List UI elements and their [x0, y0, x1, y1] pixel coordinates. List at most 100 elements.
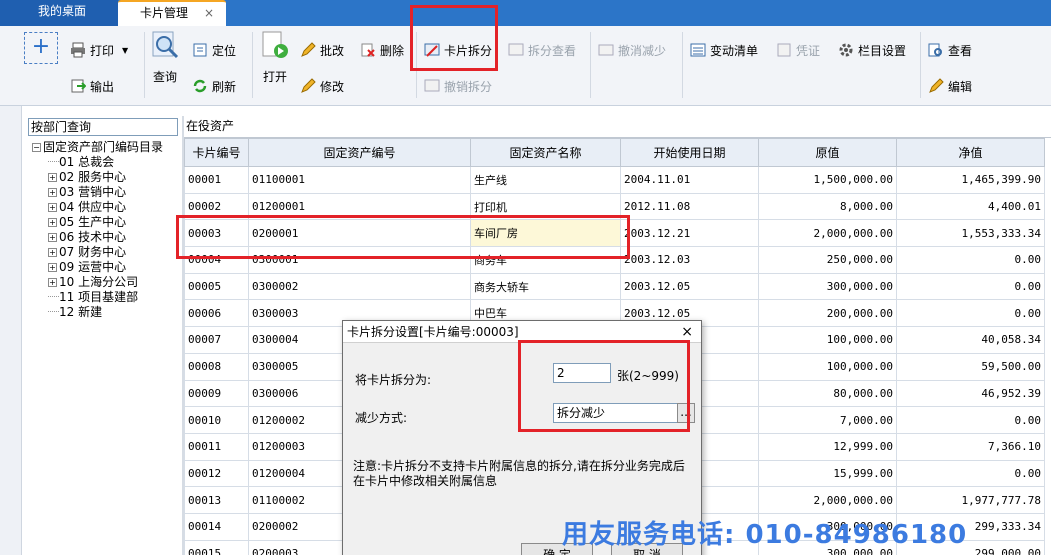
column-settings-button[interactable]: 栏目设置 — [838, 40, 906, 60]
collapse-icon[interactable]: − — [32, 143, 41, 152]
table-cell: 0200001 — [248, 219, 471, 248]
expand-icon[interactable]: + — [48, 173, 57, 182]
export-button[interactable]: 输出 — [70, 76, 114, 96]
tree-item[interactable]: +05 生产中心 — [32, 215, 163, 230]
edit-card-button[interactable]: 编辑 — [928, 76, 972, 96]
tree-item-label: 05 生产中心 — [59, 215, 127, 229]
tree-item[interactable]: +07 财务中心 — [32, 245, 163, 260]
tab-card-management-label: 卡片管理 — [140, 6, 189, 20]
table-row[interactable]: 00004 0300001 商务车 2003.12.03 250,000.00 0.00 — [184, 246, 1045, 274]
column-header[interactable]: 固定资产编号 — [248, 138, 471, 167]
tree-item[interactable]: +03 营销中心 — [32, 185, 163, 200]
table-cell: 00012 — [184, 459, 249, 488]
voucher-label: 凭证 — [796, 43, 821, 58]
split-view-button[interactable]: 拆分查看 — [508, 40, 576, 60]
expand-icon[interactable]: + — [48, 233, 57, 242]
table-cell: 商务大轿车 — [470, 272, 621, 301]
undo-reduce-button[interactable]: 撤消减少 — [598, 40, 666, 60]
tab-card-management[interactable]: 卡片管理 × — [118, 0, 226, 26]
table-cell: 00010 — [184, 406, 249, 434]
reduce-method-browse-button[interactable]: ... — [677, 403, 695, 423]
expand-icon[interactable]: + — [48, 188, 57, 197]
edit-button[interactable]: 修改 — [300, 76, 344, 96]
open-label: 打开 — [262, 70, 287, 84]
view-button[interactable]: 查看 — [928, 40, 972, 60]
column-header[interactable]: 卡片编号 — [184, 138, 249, 167]
locate-button[interactable]: 定位 — [192, 40, 236, 60]
table-row[interactable]: 00005 0300002 商务大轿车 2003.12.05 300,000.00 0.0… — [184, 272, 1045, 301]
table-cell: 0.00 — [896, 459, 1045, 488]
table-cell: 0300002 — [248, 272, 471, 301]
tab-desktop[interactable]: 我的桌面 — [0, 0, 118, 26]
edit-label: 修改 — [320, 79, 345, 94]
printer-icon — [70, 42, 86, 58]
query-mode-select[interactable]: 按部门查询 — [28, 118, 178, 136]
dialog-title-bar: 卡片拆分设置[卡片编号:00003] × — [343, 321, 701, 343]
table-row[interactable]: 00002 01200001 打印机 2012.11.08 8,000.00 4,400.… — [184, 192, 1045, 221]
export-icon — [70, 78, 87, 94]
table-cell: 80,000.00 — [758, 379, 897, 408]
print-button[interactable]: 打印 ▼ — [70, 40, 128, 60]
table-cell: 100,000.00 — [758, 352, 897, 381]
table-cell: 2003.12.03 — [620, 246, 759, 274]
voucher-button[interactable]: 凭证 — [776, 40, 820, 60]
tree-item[interactable]: 12 新建 — [32, 305, 163, 320]
expand-icon[interactable]: + — [48, 248, 57, 257]
table-cell: 0.00 — [896, 406, 1045, 434]
column-header[interactable]: 原值 — [758, 138, 897, 167]
change-list-button[interactable]: 变动清单 — [690, 40, 758, 60]
undo-split-label: 撤销拆分 — [444, 79, 493, 94]
tab-close-icon[interactable]: × — [204, 2, 214, 24]
column-settings-label: 栏目设置 — [858, 43, 907, 58]
expand-icon[interactable]: + — [48, 203, 57, 212]
refresh-button[interactable]: 刷新 — [192, 76, 236, 96]
reduce-method-input[interactable]: 拆分减少 — [553, 403, 679, 423]
tree-item[interactable]: +09 运营中心 — [32, 260, 163, 275]
table-row[interactable]: 00003 0200001 车间厂房 2003.12.21 2,000,000.00 1,… — [184, 219, 1045, 248]
table-cell: 2,000,000.00 — [758, 219, 897, 248]
delete-button[interactable]: 删除 — [360, 40, 404, 60]
expand-icon[interactable]: + — [48, 218, 57, 227]
toolbar-divider — [920, 32, 921, 98]
chevron-down-icon[interactable]: ▼ — [122, 46, 128, 55]
tree-item[interactable]: 11 项目基建部 — [32, 290, 163, 305]
tree-item[interactable]: +10 上海分公司 — [32, 275, 163, 290]
table-cell: 250,000.00 — [758, 246, 897, 274]
table-cell: 200,000.00 — [758, 299, 897, 328]
locate-icon — [192, 42, 208, 58]
print-label: 打印 — [90, 43, 115, 58]
tree-item[interactable]: − 固定资产部门编码目录 — [32, 140, 163, 155]
add-button[interactable]: + — [24, 32, 58, 64]
batch-edit-button[interactable]: 批改 — [300, 40, 344, 60]
query-button[interactable]: 查询 — [150, 30, 180, 85]
table-cell: 00004 — [184, 246, 249, 274]
expand-icon[interactable]: + — [48, 263, 57, 272]
delete-icon — [360, 42, 376, 58]
table-cell: 4,400.01 — [896, 192, 1045, 221]
department-tree: − 固定资产部门编码目录 01 总裁会 +02 服务中心 +03 营销中心 +04 供应中… — [32, 140, 163, 320]
left-edge-strip — [0, 106, 22, 555]
table-cell: 00003 — [184, 219, 249, 248]
column-header[interactable]: 净值 — [896, 138, 1045, 167]
split-count-input[interactable]: 2 — [553, 363, 611, 383]
column-header[interactable]: 开始使用日期 — [620, 138, 759, 167]
split-view-icon — [508, 42, 524, 58]
card-split-button[interactable]: 卡片拆分 — [424, 40, 492, 60]
card-split-icon — [424, 42, 440, 58]
voucher-icon — [776, 42, 792, 58]
table-row[interactable]: 00001 01100001 生产线 2004.11.01 1,500,000.00 1,… — [184, 166, 1045, 194]
tree-item[interactable]: +04 供应中心 — [32, 200, 163, 215]
table-cell: 0300001 — [248, 246, 471, 274]
undo-split-button[interactable]: 撤销拆分 — [424, 76, 492, 96]
table-cell: 8,000.00 — [758, 192, 897, 221]
query-label: 查询 — [152, 70, 177, 84]
expand-icon[interactable]: + — [48, 278, 57, 287]
tree-item[interactable]: +06 技术中心 — [32, 230, 163, 245]
tree-item[interactable]: 01 总裁会 — [32, 155, 163, 170]
column-header[interactable]: 固定资产名称 — [470, 138, 621, 167]
open-button[interactable]: 打开 — [260, 30, 290, 85]
undo-split-icon — [424, 78, 440, 94]
close-icon[interactable]: × — [681, 321, 693, 343]
tab-bar: 我的桌面 卡片管理 × — [0, 0, 1051, 26]
tree-item[interactable]: +02 服务中心 — [32, 170, 163, 185]
